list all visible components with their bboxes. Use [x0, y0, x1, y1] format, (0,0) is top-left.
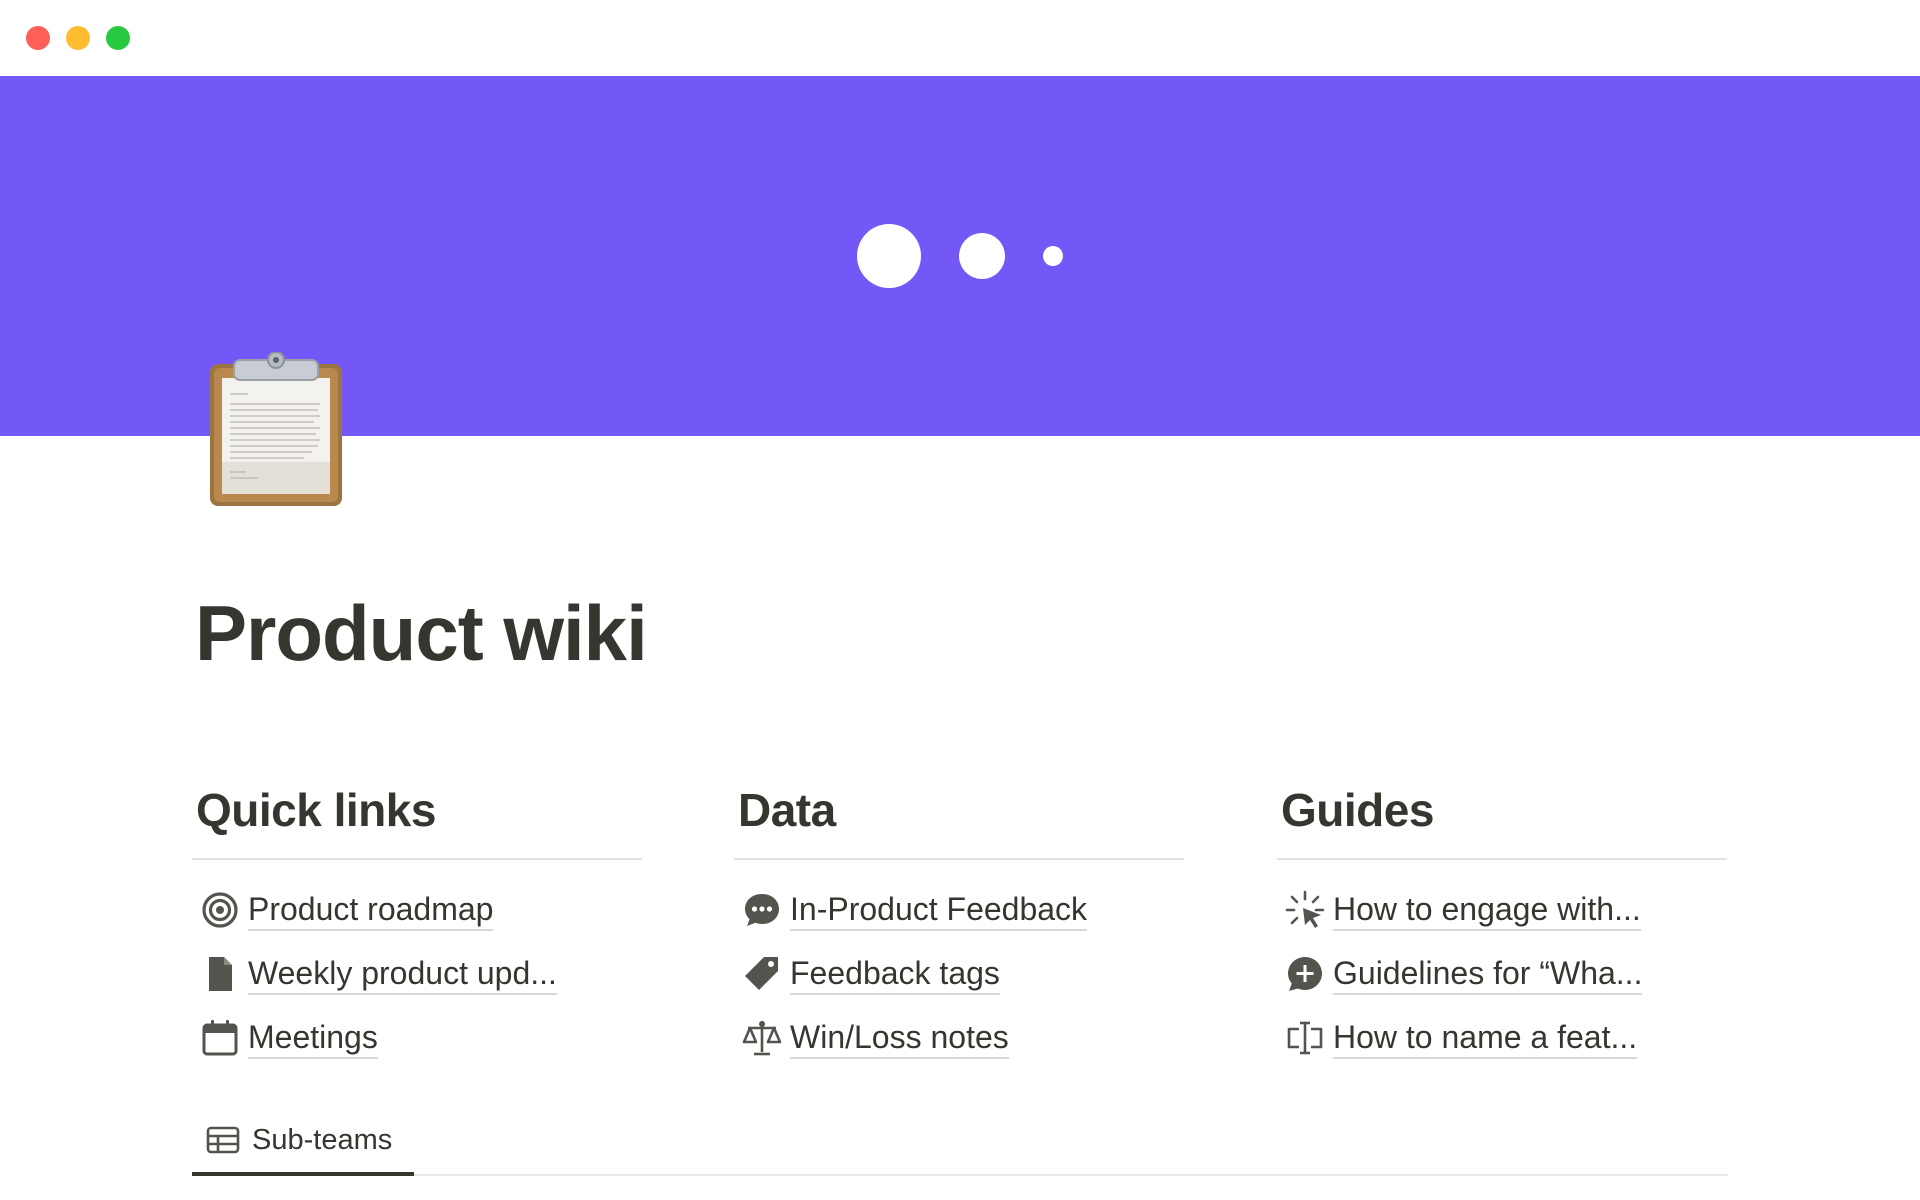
cursor-click-icon [1277, 878, 1333, 942]
link-label[interactable]: How to name a feat... [1333, 1017, 1638, 1059]
tab-sub-teams[interactable]: Sub-teams [192, 1108, 414, 1176]
link-label[interactable]: In-Product Feedback [790, 889, 1088, 931]
link-how-to-engage[interactable]: How to engage with... [1277, 878, 1727, 942]
data-column: Data In-Product Feedback Feedback tags W… [734, 776, 1184, 1070]
table-icon [206, 1126, 240, 1154]
link-in-product-feedback[interactable]: In-Product Feedback [734, 878, 1184, 942]
quick-links-column: Quick links Product roadmap Weekly produ… [192, 776, 642, 1070]
tag-icon [734, 942, 790, 1006]
calendar-icon [192, 1006, 248, 1070]
database-view-tabs: Sub-teams [192, 1108, 1728, 1176]
link-feedback-tags[interactable]: Feedback tags [734, 942, 1184, 1006]
target-icon [192, 878, 248, 942]
cover-dot-small [1043, 246, 1063, 266]
link-label[interactable]: Feedback tags [790, 953, 1000, 995]
plus-bubble-icon [1277, 942, 1333, 1006]
link-label[interactable]: Guidelines for “Wha... [1333, 953, 1643, 995]
link-product-roadmap[interactable]: Product roadmap [192, 878, 642, 942]
link-win-loss-notes[interactable]: Win/Loss notes [734, 1006, 1184, 1070]
link-label[interactable]: Weekly product upd... [248, 953, 557, 995]
close-window-button[interactable] [26, 26, 50, 50]
minimize-window-button[interactable] [66, 26, 90, 50]
window-titlebar [0, 0, 1920, 76]
link-label[interactable]: How to engage with... [1333, 889, 1641, 931]
column-heading-guides[interactable]: Guides [1277, 776, 1727, 860]
page-title[interactable]: Product wiki [195, 588, 648, 679]
document-icon [192, 942, 248, 1006]
link-weekly-product-updates[interactable]: Weekly product upd... [192, 942, 642, 1006]
tab-label: Sub-teams [252, 1123, 393, 1156]
maximize-window-button[interactable] [106, 26, 130, 50]
cover-dot-large [857, 224, 921, 288]
link-guidelines[interactable]: Guidelines for “Wha... [1277, 942, 1727, 1006]
link-label[interactable]: Win/Loss notes [790, 1017, 1009, 1059]
link-meetings[interactable]: Meetings [192, 1006, 642, 1070]
cover-dot-medium [959, 233, 1005, 279]
link-how-to-name-feature[interactable]: How to name a feat... [1277, 1006, 1727, 1070]
text-cursor-icon [1277, 1006, 1333, 1070]
link-label[interactable]: Meetings [248, 1017, 378, 1059]
link-label[interactable]: Product roadmap [248, 889, 494, 931]
column-heading-data[interactable]: Data [734, 776, 1184, 860]
guides-column: Guides How to engage with... Guidelines … [1277, 776, 1727, 1070]
scales-icon [734, 1006, 790, 1070]
chat-bubble-icon [734, 878, 790, 942]
column-heading-quick-links[interactable]: Quick links [192, 776, 642, 860]
clipboard-icon[interactable] [208, 351, 344, 508]
